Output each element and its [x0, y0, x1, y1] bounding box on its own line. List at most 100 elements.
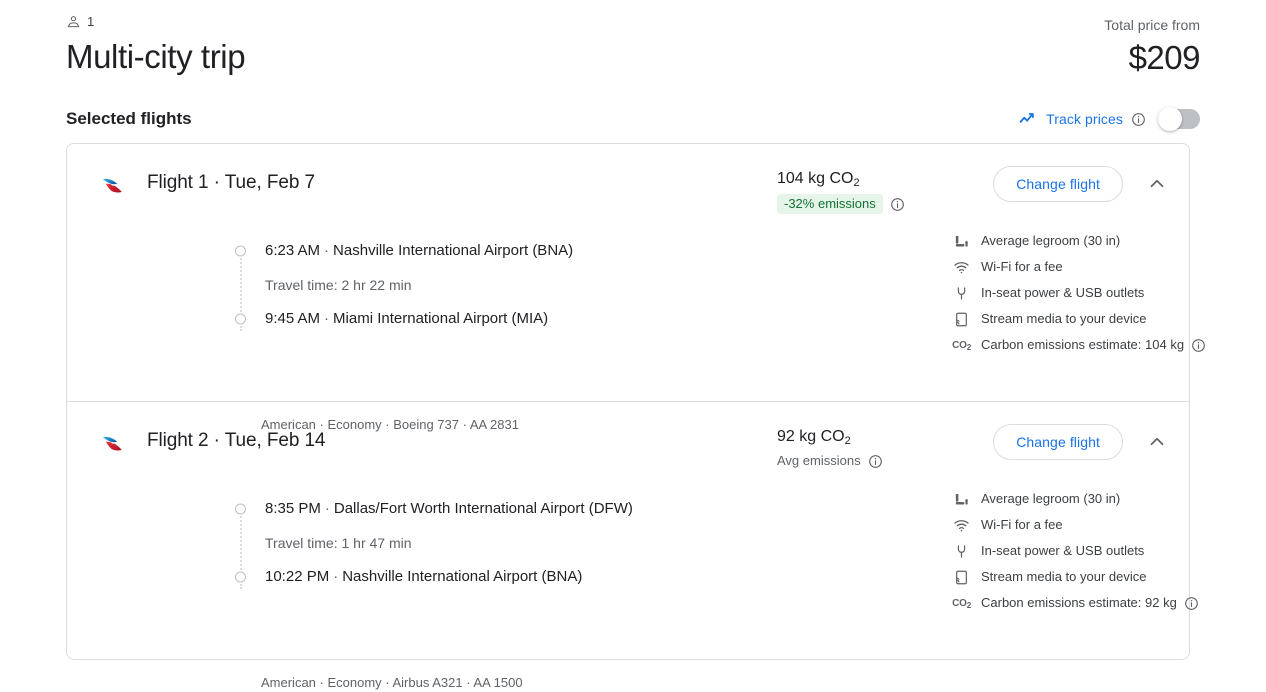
amenity-power: In-seat power & USB outlets [953, 280, 1253, 306]
departure-text: 6:23 AM · Nashville International Airport … [265, 240, 573, 262]
track-prices-toggle[interactable] [1158, 107, 1200, 131]
chevron-up-icon[interactable] [1145, 430, 1169, 454]
total-price-block: Total price from $209 [1104, 16, 1200, 80]
co2-icon: CO2 [952, 337, 971, 354]
flight-timeline: 8:35 PM · Dallas/Fort Worth International … [235, 498, 795, 600]
emissions-info-icon[interactable] [890, 197, 905, 212]
carbon-info-icon[interactable] [1191, 338, 1206, 353]
amenity-label: Average legroom (30 in) [981, 491, 1121, 506]
co2-icon: CO2 [952, 595, 971, 612]
arrival-row: 9:45 AM · Miami International Airport (MIA… [235, 308, 795, 330]
flight-detail-body: 8:35 PM · Dallas/Fort Worth International … [67, 480, 1198, 690]
flight-meta: American · Economy · Airbus A321 · AA 15… [261, 675, 523, 690]
arrival-time: 10:22 PM [265, 568, 330, 585]
travel-time-row: Travel time: 2 hr 22 min [235, 274, 795, 296]
flight-headline: Flight 2 · Tue, Feb 14 [147, 430, 326, 451]
trending-up-icon [1018, 109, 1038, 129]
emissions-block: 104 kg CO2 -32% emissions [777, 168, 967, 214]
arrival-text: 9:45 AM · Miami International Airport (MIA… [265, 308, 548, 330]
legroom-icon [953, 233, 970, 250]
amenity-wifi: Wi-Fi for a fee [953, 254, 1253, 280]
separator: · [333, 568, 339, 585]
separator: · [324, 310, 330, 327]
change-flight-button[interactable]: Change flight [993, 424, 1123, 460]
total-price-label: Total price from [1104, 17, 1200, 33]
flight-timeline: 6:23 AM · Nashville International Airport … [235, 240, 795, 342]
toggle-knob [1158, 107, 1182, 131]
departure-airport: Dallas/Fort Worth International Airport … [333, 500, 633, 517]
amenity-label: Stream media to your device [981, 311, 1147, 326]
amenity-legroom: Average legroom (30 in) [953, 228, 1253, 254]
emissions-amount: 92 kg CO2 [777, 426, 967, 449]
change-flight-button[interactable]: Change flight [993, 166, 1123, 202]
american-airlines-logo [97, 168, 133, 204]
emissions-badge: Avg emissions [777, 453, 861, 468]
amenities-list: Average legroom (30 in) Wi-Fi for a fee [952, 228, 1253, 358]
amenity-label: Stream media to your device [981, 569, 1147, 584]
travel-time-row: Travel time: 1 hr 47 min [235, 532, 795, 554]
departure-dot-icon [235, 245, 246, 257]
departure-row: 8:35 PM · Dallas/Fort Worth International … [235, 498, 795, 520]
selected-flights-title: Selected flights [66, 109, 192, 128]
amenity-label: Wi-Fi for a fee [981, 259, 1063, 274]
flight-section: Flight 2 · Tue, Feb 14 92 kg CO2 Avg emi… [67, 401, 1198, 690]
trip-header: 1 Multi-city trip Total price from $209 [66, 8, 1200, 90]
track-prices-control[interactable]: Track prices [1018, 107, 1200, 131]
flight-section: Flight 1 · Tue, Feb 7 104 kg CO2 -32% em… [67, 144, 1205, 432]
flight-detail-body: 6:23 AM · Nashville International Airport … [67, 222, 1205, 432]
emissions-sub-row: -32% emissions [777, 194, 967, 214]
emissions-amount-text: 92 kg CO [777, 428, 845, 445]
emissions-badge: -32% emissions [777, 194, 883, 214]
emissions-subscript: 2 [853, 177, 860, 189]
emissions-amount-text: 104 kg CO [777, 170, 854, 187]
departure-dot-icon [235, 503, 246, 515]
arrival-dot-icon [235, 571, 246, 583]
power-plug-icon [953, 543, 970, 560]
emissions-info-icon[interactable] [868, 454, 883, 469]
stream-media-icon [953, 569, 970, 586]
amenity-wifi: Wi-Fi for a fee [953, 512, 1253, 538]
flight-actions: Change flight [993, 166, 1169, 202]
amenity-stream: Stream media to your device [953, 564, 1253, 590]
amenity-carbon: CO2 Carbon emissions estimate: 92 kg [952, 590, 1253, 616]
separator: · [324, 242, 330, 259]
departure-row: 6:23 AM · Nashville International Airport … [235, 240, 795, 262]
stream-media-icon [953, 311, 970, 328]
amenity-label: Wi-Fi for a fee [981, 517, 1063, 532]
american-airlines-logo [97, 426, 133, 462]
carbon-info-icon[interactable] [1184, 596, 1199, 611]
passenger-summary: 1 [66, 12, 1200, 30]
carbon-row: Carbon emissions estimate: 104 kg [981, 336, 1206, 354]
flight-actions: Change flight [993, 424, 1169, 460]
carbon-estimate-label: Carbon emissions estimate: 104 kg [981, 337, 1185, 352]
amenity-label: In-seat power & USB outlets [981, 285, 1145, 300]
arrival-dot-icon [235, 313, 246, 325]
departure-text: 8:35 PM · Dallas/Fort Worth International … [265, 498, 633, 520]
arrival-row: 10:22 PM · Nashville International Airport… [235, 566, 795, 588]
amenities-list: Average legroom (30 in) Wi-Fi for a fee [952, 486, 1253, 616]
power-plug-icon [953, 285, 970, 302]
co2-glyph: CO2 [952, 597, 971, 610]
flight-header-row: Flight 1 · Tue, Feb 7 104 kg CO2 -32% em… [67, 144, 1189, 222]
wifi-icon [953, 517, 970, 534]
emissions-subscript: 2 [844, 435, 851, 447]
amenity-carbon: CO2 Carbon emissions estimate: 104 kg [952, 332, 1253, 358]
track-prices-info-icon[interactable] [1131, 112, 1146, 127]
arrival-time: 9:45 AM [265, 310, 321, 327]
arrival-airport: Miami International Airport (MIA) [333, 310, 549, 327]
amenity-stream: Stream media to your device [953, 306, 1253, 332]
passenger-count: 1 [87, 13, 95, 29]
flight-header-row: Flight 2 · Tue, Feb 14 92 kg CO2 Avg emi… [67, 402, 1189, 480]
co2-subscript: 2 [966, 342, 971, 352]
emissions-block: 92 kg CO2 Avg emissions [777, 426, 967, 470]
track-prices-label: Track prices [1046, 111, 1123, 127]
selected-flights-bar: Selected flights Track prices [66, 104, 1200, 134]
departure-time: 8:35 PM [265, 500, 321, 517]
departure-airport: Nashville International Airport (BNA) [333, 242, 574, 259]
amenity-legroom: Average legroom (30 in) [953, 486, 1253, 512]
chevron-up-icon[interactable] [1145, 172, 1169, 196]
departure-time: 6:23 AM [265, 242, 321, 259]
emissions-sub-row: Avg emissions [777, 452, 967, 470]
selected-flights-card: Flight 1 · Tue, Feb 7 104 kg CO2 -32% em… [66, 143, 1205, 690]
total-price-value: $209 [1128, 39, 1201, 76]
